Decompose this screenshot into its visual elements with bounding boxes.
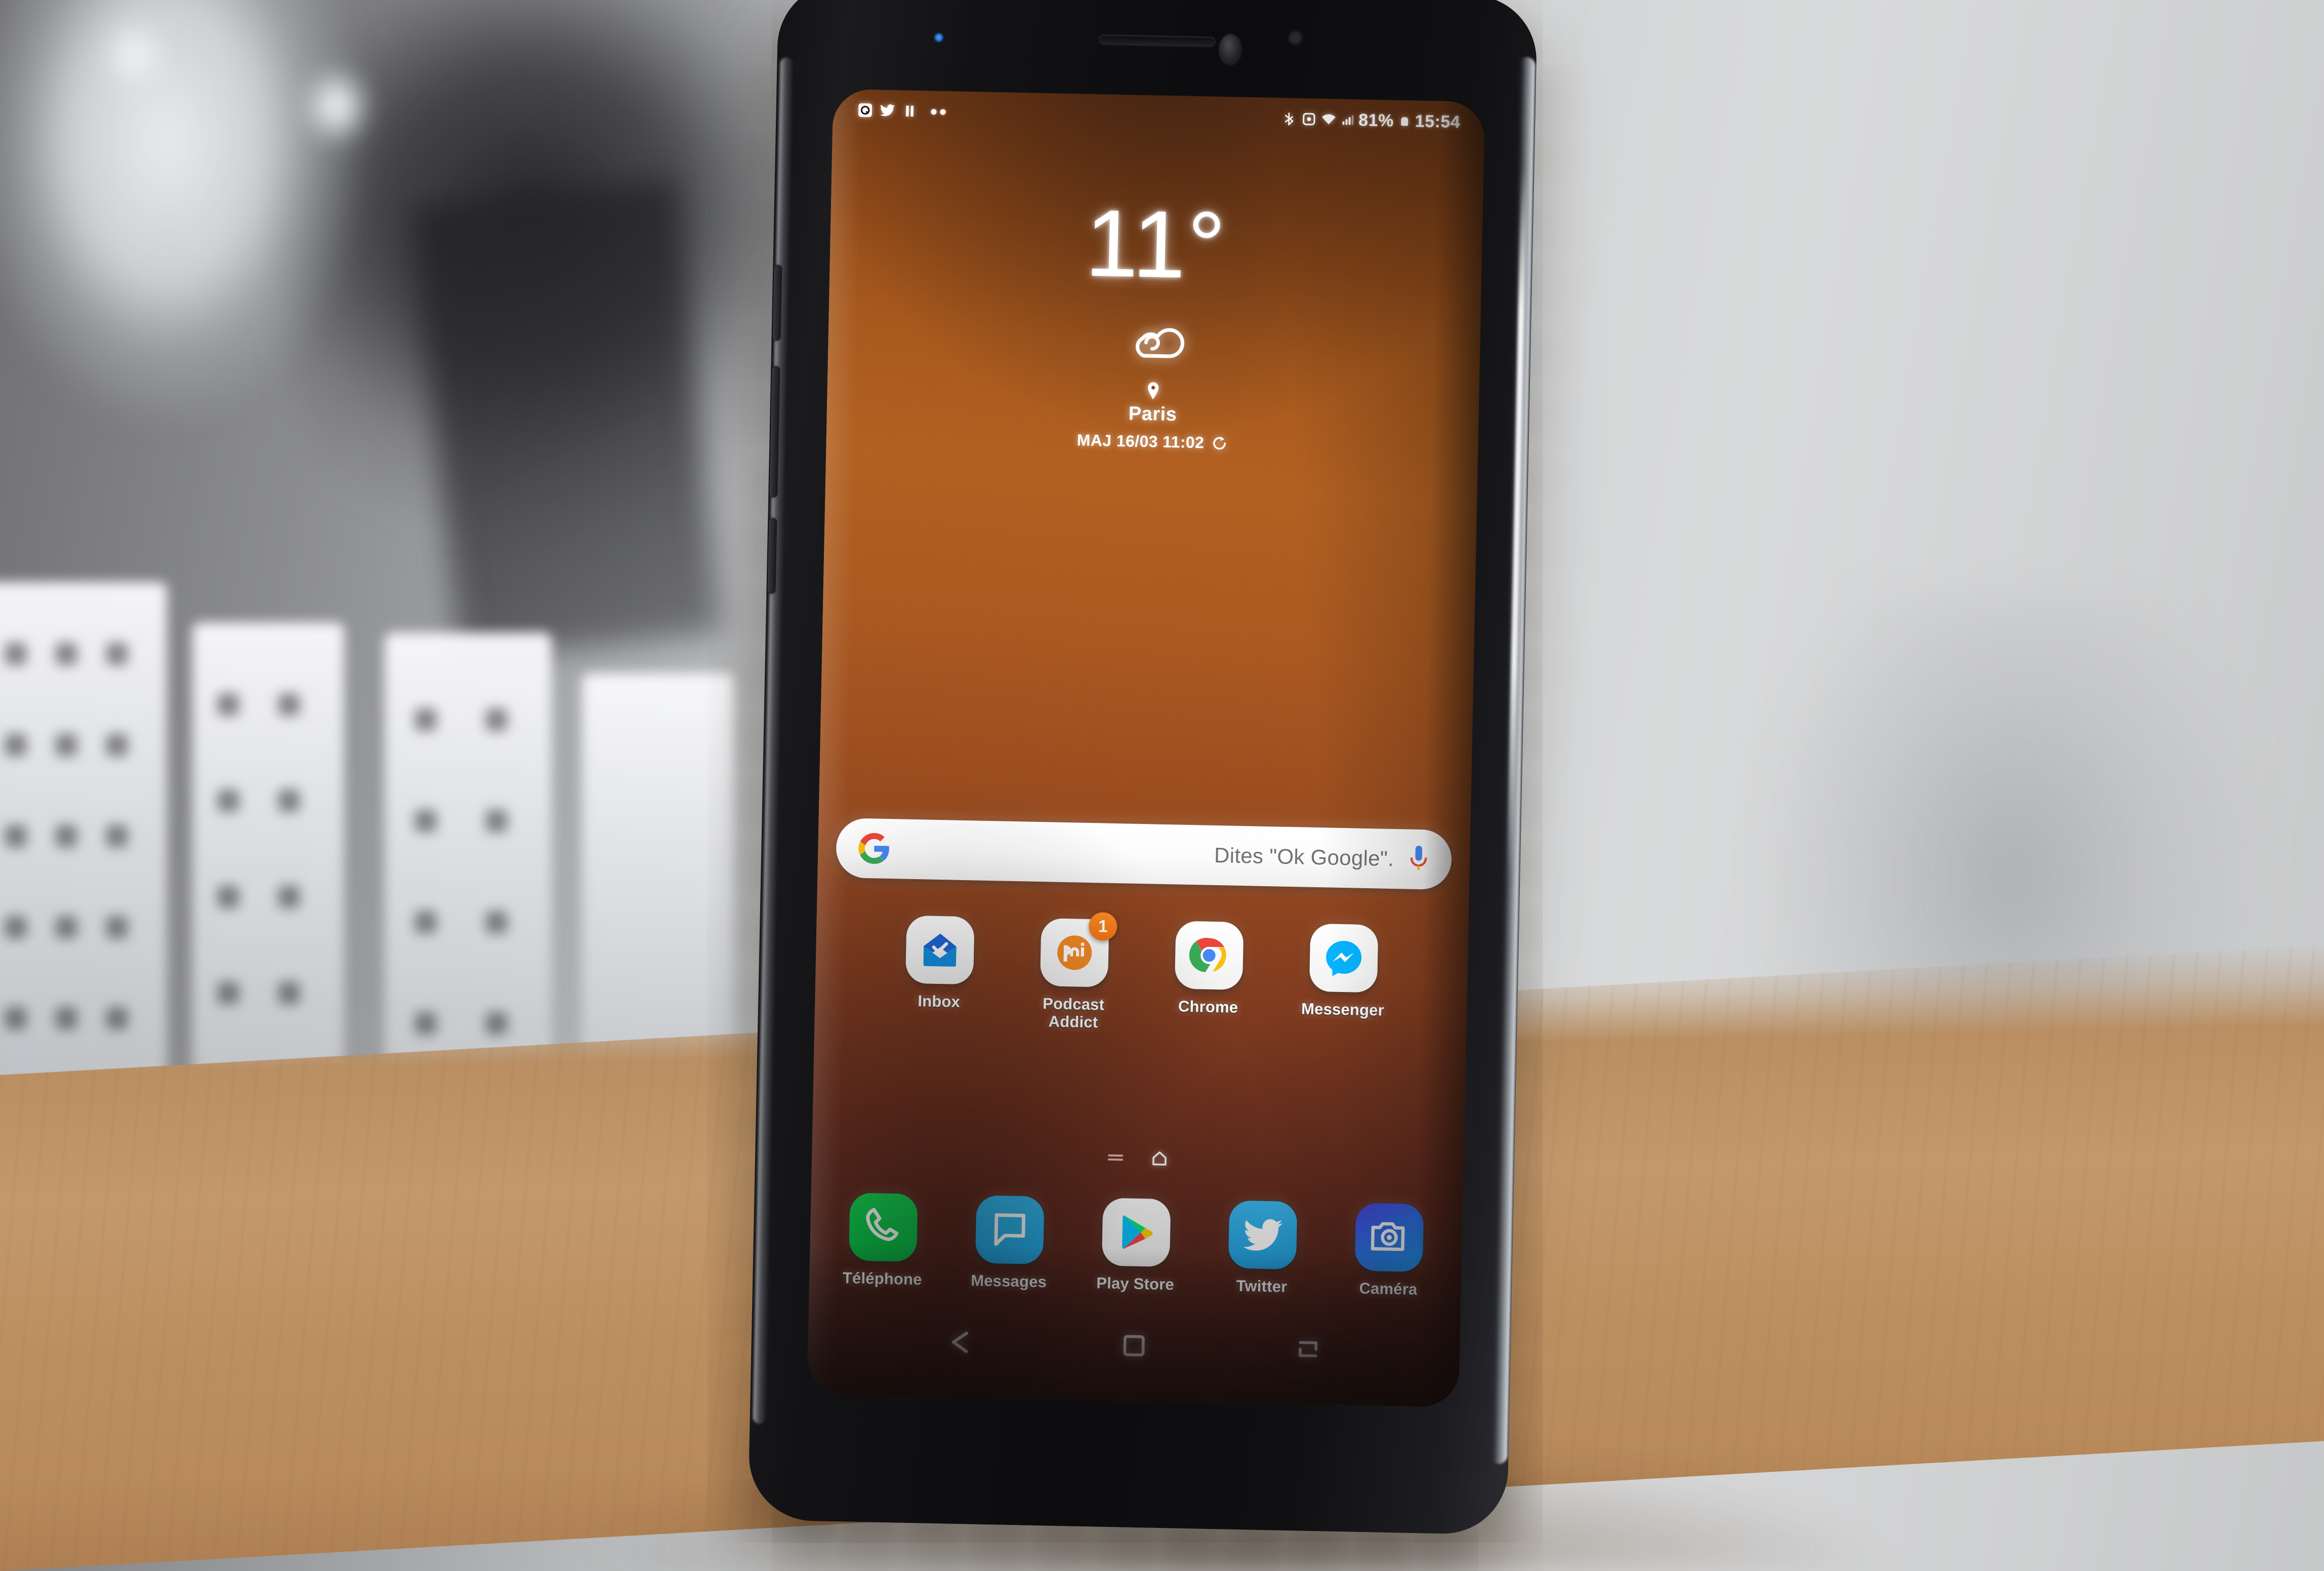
navigation-bar	[808, 1311, 1461, 1380]
status-bar-system: 81% 15:54	[1281, 109, 1461, 132]
app-label: Play Store	[1096, 1274, 1175, 1294]
status-bar-notifications	[857, 102, 946, 120]
app-q-icon	[857, 102, 874, 118]
app-label: Messenger	[1301, 1000, 1385, 1019]
search-placeholder-label: Dites "Ok Google".	[1214, 843, 1394, 871]
back-arrow-icon[interactable]	[944, 1326, 976, 1358]
twitter-icon-wrap	[1228, 1200, 1298, 1270]
app-label: Chrome	[1178, 997, 1238, 1016]
google-search-bar[interactable]: Dites "Ok Google".	[836, 817, 1452, 890]
recents-icon[interactable]	[1292, 1333, 1324, 1365]
battery-icon	[1398, 113, 1411, 129]
app-inbox[interactable]: Inbox	[888, 915, 990, 1029]
phone-icon	[848, 1192, 918, 1262]
play-store-icon-wrap	[1101, 1197, 1171, 1267]
app-play-store[interactable]: Play Store	[1083, 1197, 1190, 1294]
smartphone: 81% 15:54 11° Paris MAJ 16/03 11:02 Dite…	[748, 0, 1538, 1535]
chrome-icon	[1174, 921, 1244, 990]
photo-scene: 81% 15:54 11° Paris MAJ 16/03 11:02 Dite…	[0, 0, 2324, 1571]
messages-icon	[975, 1195, 1045, 1265]
media-pause-icon	[901, 103, 918, 119]
messenger-icon	[1309, 923, 1379, 993]
page-dash-icon[interactable]	[1108, 1154, 1124, 1161]
weather-temperature: 11°	[1084, 189, 1228, 299]
camera-icon-wrap	[1354, 1203, 1424, 1272]
app-telephone[interactable]: Téléphone	[829, 1192, 937, 1289]
google-g-icon	[858, 833, 890, 864]
twitter-icon	[879, 102, 896, 119]
home-square-icon[interactable]	[1118, 1330, 1150, 1361]
app-grid-row: Inbox 1 Podcast Addict Chrome Messenger	[814, 912, 1468, 1039]
bixby-button[interactable]	[772, 265, 782, 341]
weather-widget[interactable]: 11° Paris MAJ 16/03 11:02	[826, 189, 1483, 458]
page-indicator	[812, 1144, 1464, 1172]
inbox-icon-wrap	[905, 915, 975, 985]
cellular-signal-icon	[1341, 112, 1354, 128]
wifi-icon	[1321, 112, 1337, 128]
app-messages[interactable]: Messages	[956, 1195, 1063, 1292]
app-label: Téléphone	[842, 1269, 922, 1289]
app-twitter[interactable]: Twitter	[1209, 1200, 1316, 1297]
phone-body: 81% 15:54 11° Paris MAJ 16/03 11:02 Dite…	[748, 0, 1538, 1535]
earpiece-speaker	[1099, 34, 1216, 47]
refresh-icon[interactable]	[1211, 435, 1228, 451]
status-bar: 81% 15:54	[833, 93, 1485, 139]
app-label: Twitter	[1236, 1276, 1288, 1296]
notification-badge: 1	[1088, 912, 1117, 941]
battery-percent-label: 81%	[1358, 110, 1394, 131]
app-label: Caméra	[1359, 1279, 1418, 1299]
inbox-icon	[905, 915, 975, 985]
more-notifications-dots	[931, 108, 946, 115]
app-label: Podcast Addict	[1042, 995, 1105, 1031]
twitter-icon	[1228, 1200, 1298, 1270]
background-dark-panel	[412, 180, 722, 660]
app-chrome[interactable]: Chrome	[1157, 921, 1260, 1035]
dock: Téléphone Messages Play Store Twitter Ca…	[809, 1192, 1463, 1300]
podcast-addict-icon-wrap: 1	[1040, 912, 1117, 987]
bluetooth-icon	[1281, 111, 1297, 127]
notification-led	[934, 33, 943, 42]
iris-scanner	[1289, 31, 1302, 45]
weather-city-label: Paris	[1128, 403, 1177, 426]
app-messenger[interactable]: Messenger	[1292, 923, 1394, 1037]
chrome-icon-wrap	[1174, 921, 1244, 990]
app-label: Inbox	[918, 992, 961, 1011]
app-podcast-addict[interactable]: 1 Podcast Addict	[1023, 912, 1125, 1031]
location-pin-icon	[1146, 382, 1160, 400]
app-camera[interactable]: Caméra	[1336, 1203, 1443, 1299]
weather-updated-row: MAJ 16/03 11:02	[1076, 431, 1227, 452]
front-camera	[1218, 33, 1242, 66]
phone-screen[interactable]: 81% 15:54 11° Paris MAJ 16/03 11:02 Dite…	[807, 89, 1485, 1408]
clock-label: 15:54	[1415, 111, 1461, 132]
messenger-icon-wrap	[1309, 923, 1379, 993]
microphone-icon[interactable]	[1408, 845, 1430, 875]
phone-icon-wrap	[848, 1192, 918, 1262]
app-label: Messages	[970, 1271, 1047, 1291]
camera-icon	[1354, 1203, 1424, 1272]
cloud-icon	[1122, 314, 1187, 362]
background-whisk	[0, 0, 385, 516]
play-store-icon	[1101, 1197, 1171, 1267]
messages-icon-wrap	[975, 1195, 1045, 1265]
volume-down-button[interactable]	[767, 518, 777, 594]
weather-updated-label: MAJ 16/03 11:02	[1076, 431, 1205, 452]
alarm-icon	[1301, 111, 1317, 127]
home-page-icon[interactable]	[1151, 1151, 1168, 1167]
